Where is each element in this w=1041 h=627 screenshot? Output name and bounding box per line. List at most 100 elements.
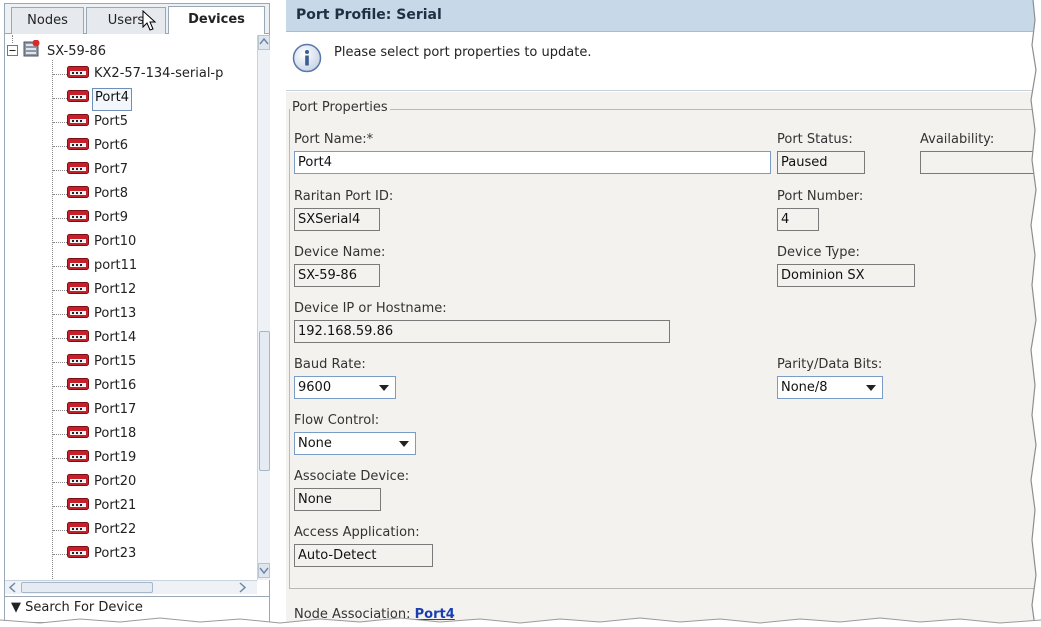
tree-port-node[interactable]: Port20 <box>67 472 138 492</box>
page-title: Port Profile: Serial <box>286 0 1041 32</box>
navigation-panel: Nodes Users Devices SX-59-86 KX2-57-134-s… <box>4 3 270 623</box>
tree-connector <box>53 74 67 75</box>
serial-port-icon <box>67 426 89 438</box>
tree-port-node[interactable]: Port19 <box>67 448 138 468</box>
flow-control-select[interactable]: None <box>294 432 416 455</box>
tree-connector <box>53 290 67 291</box>
availability-value <box>920 151 1035 174</box>
collapse-icon[interactable] <box>7 45 18 56</box>
serial-port-icon <box>67 378 89 390</box>
serial-port-icon <box>67 114 89 126</box>
vertical-scroll-thumb[interactable] <box>259 331 270 471</box>
tree-connector <box>53 362 67 363</box>
tree-connector <box>53 98 67 99</box>
tree-port-label: Port18 <box>94 426 137 441</box>
tree-port-label: Port16 <box>94 378 137 393</box>
tree-connector <box>53 482 67 483</box>
port-status-value: Paused <box>777 151 865 174</box>
tree-connector <box>53 266 67 267</box>
tree-vertical-scrollbar[interactable] <box>257 35 270 580</box>
tree-port-label: Port12 <box>94 282 137 297</box>
tree-port-node[interactable]: Port23 <box>67 544 138 564</box>
device-name-value: SX-59-86 <box>294 264 380 287</box>
serial-port-icon <box>67 354 89 366</box>
tree-port-label: port11 <box>94 258 138 273</box>
tree-port-node[interactable]: Port7 <box>67 160 130 180</box>
serial-port-icon <box>67 90 89 102</box>
parity-select[interactable]: None/8 <box>777 376 883 399</box>
tree-port-label: Port19 <box>94 450 137 465</box>
tree-connector <box>53 530 67 531</box>
port-name-label: Port Name:* <box>294 132 374 147</box>
arrow-down-icon <box>259 567 269 575</box>
serial-port-icon <box>67 522 89 534</box>
tree-port-node[interactable]: Port15 <box>67 352 138 372</box>
tree-port-node[interactable]: Port21 <box>67 496 138 516</box>
tree-port-node[interactable]: Port10 <box>67 232 138 252</box>
baud-rate-select[interactable]: 9600 <box>294 376 396 399</box>
torn-edge-bottom <box>0 617 1041 627</box>
tree-port-label: Port14 <box>94 330 137 345</box>
port-number-value: 4 <box>777 208 819 231</box>
info-icon <box>292 43 322 73</box>
tree-port-node[interactable]: Port4 <box>67 88 133 111</box>
fieldset-legend: Port Properties <box>290 100 390 115</box>
port-properties-form: Port Properties Port Name:* Port4 Port S… <box>286 92 1041 627</box>
parity-selected: None/8 <box>781 380 828 395</box>
availability-label: Availability: <box>920 132 995 147</box>
scroll-down-button[interactable] <box>258 563 270 578</box>
tree-port-label: Port22 <box>94 522 137 537</box>
tree-connector <box>53 194 67 195</box>
tree-connector <box>53 506 67 507</box>
tree-port-label: Port13 <box>94 306 137 321</box>
tree-port-label: Port20 <box>94 474 137 489</box>
tree-port-label: Port21 <box>94 498 137 513</box>
tab-devices[interactable]: Devices <box>168 6 265 34</box>
device-type-label: Device Type: <box>777 245 860 260</box>
tree-port-node[interactable]: Port6 <box>67 136 130 156</box>
tree-port-label: Port4 <box>92 88 133 111</box>
device-name-label: Device Name: <box>294 245 386 260</box>
tree-port-label: Port17 <box>94 402 137 417</box>
baud-rate-selected: 9600 <box>298 380 332 395</box>
scroll-up-button[interactable] <box>258 35 270 50</box>
tree-device-node[interactable]: SX-59-86 <box>7 39 108 60</box>
device-type-value: Dominion SX <box>777 264 915 287</box>
tree-port-node[interactable]: Port22 <box>67 520 138 540</box>
serial-port-icon <box>67 546 89 558</box>
tree-connector <box>53 410 67 411</box>
port-name-input[interactable]: Port4 <box>294 151 771 174</box>
serial-port-icon <box>67 162 89 174</box>
tree-port-node[interactable]: Port14 <box>67 328 138 348</box>
serial-port-icon <box>67 474 89 486</box>
tree-connector <box>53 554 67 555</box>
serial-port-icon <box>67 258 89 270</box>
tree-port-node[interactable]: Port9 <box>67 208 130 228</box>
tab-nodes[interactable]: Nodes <box>11 7 84 34</box>
tree-port-node[interactable]: KX2-57-134-serial-p <box>67 64 225 84</box>
tree-connector <box>53 170 67 171</box>
horizontal-scroll-thumb[interactable] <box>21 582 153 593</box>
tree-port-label: KX2-57-134-serial-p <box>94 66 224 81</box>
tree-port-node[interactable]: Port16 <box>67 376 138 396</box>
tree-port-label: Port9 <box>94 210 129 225</box>
arrow-left-icon[interactable] <box>8 582 18 593</box>
serial-port-icon <box>67 306 89 318</box>
tree-horizontal-scrollbar[interactable] <box>5 580 257 594</box>
raritan-port-id-label: Raritan Port ID: <box>294 189 394 204</box>
tree-port-node[interactable]: Port5 <box>67 112 130 132</box>
flow-control-label: Flow Control: <box>294 413 380 428</box>
tree-port-node[interactable]: Port18 <box>67 424 138 444</box>
arrow-right-icon[interactable] <box>237 582 247 593</box>
tree-port-label: Port8 <box>94 186 129 201</box>
tree-connector <box>53 434 67 435</box>
tree-port-node[interactable]: port11 <box>67 256 139 276</box>
tree-port-node[interactable]: Port12 <box>67 280 138 300</box>
tree-connector <box>53 218 67 219</box>
mouse-cursor-icon <box>142 10 157 31</box>
tree-port-node[interactable]: Port13 <box>67 304 138 324</box>
tree-port-node[interactable]: Port17 <box>67 400 138 420</box>
info-bar: Please select port properties to update. <box>286 33 1041 91</box>
device-tree: SX-59-86 KX2-57-134-serial-p Port4 Port5 Por… <box>5 35 257 580</box>
tree-port-node[interactable]: Port8 <box>67 184 130 204</box>
